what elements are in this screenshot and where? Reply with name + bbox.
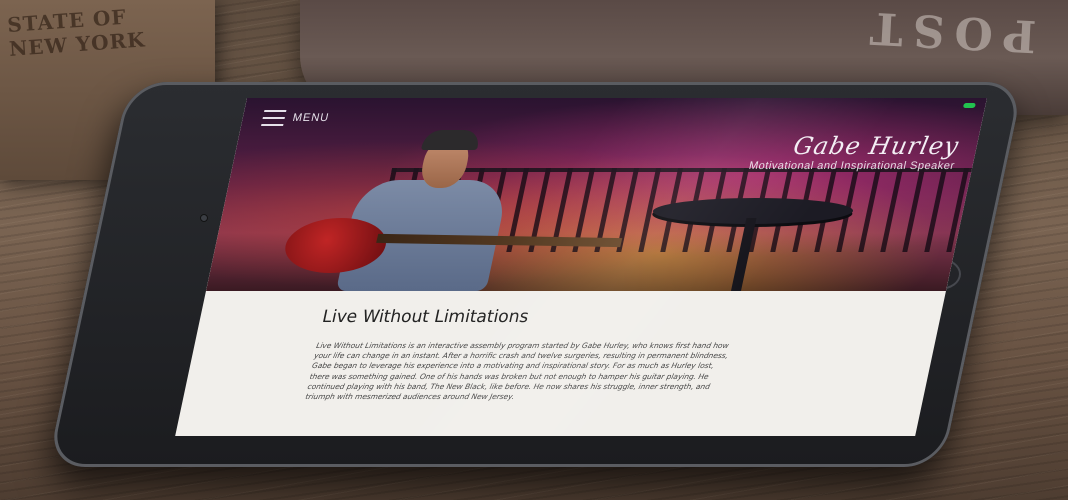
site-name[interactable]: Gabe Hurley <box>750 132 962 160</box>
site-title-block: Gabe Hurley Motivational and Inspiration… <box>748 132 962 172</box>
page-heading: Live Without Limitations <box>320 307 531 327</box>
site-tagline: Motivational and Inspirational Speaker <box>747 160 956 172</box>
sack-lettering: RTG POST <box>858 1 1068 70</box>
status-indicator <box>962 103 976 108</box>
menu-label[interactable]: MENU <box>291 112 330 124</box>
menu-button[interactable]: MENU <box>261 110 331 126</box>
crate-lettering: STATE OF NEW YORK <box>6 4 147 61</box>
musician-cap <box>420 130 482 150</box>
hamburger-icon[interactable] <box>261 110 287 126</box>
tablet-screen: MENU Gabe Hurley Motivational and Inspir… <box>175 98 987 436</box>
content-section: Live Without Limitations Live Without Li… <box>175 291 946 436</box>
camera-icon <box>200 214 208 222</box>
hero-banner: MENU Gabe Hurley Motivational and Inspir… <box>205 98 987 291</box>
intro-paragraph: Live Without Limitations is an interacti… <box>304 341 730 402</box>
